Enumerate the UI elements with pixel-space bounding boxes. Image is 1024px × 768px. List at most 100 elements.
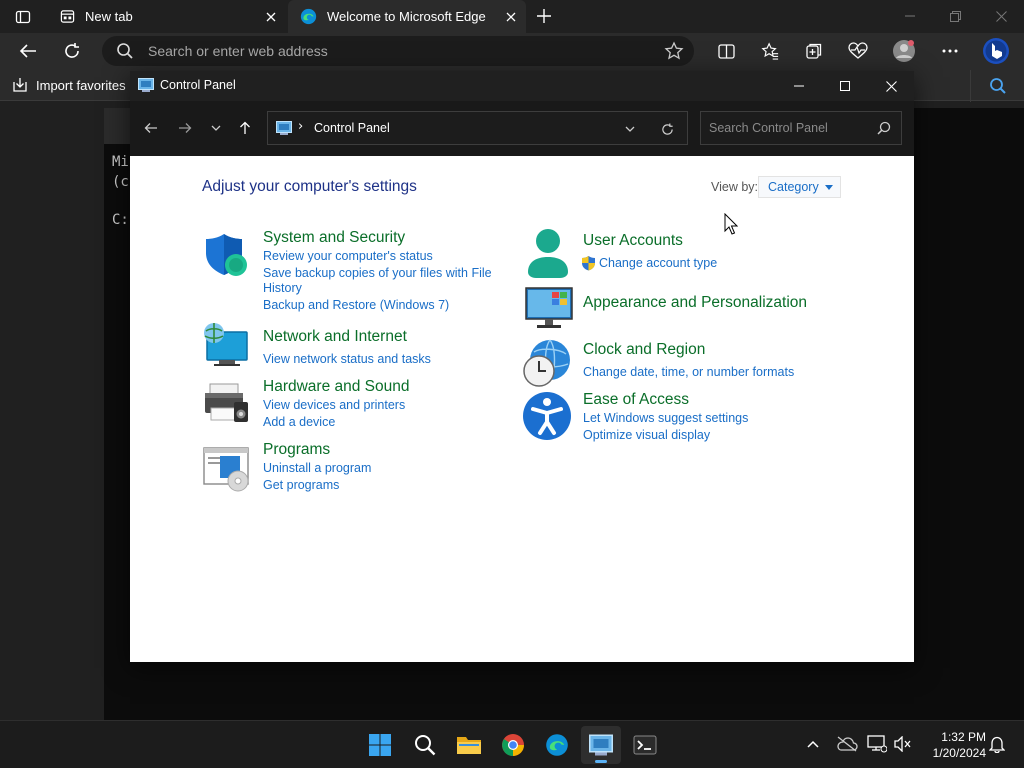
arrow-left-icon: [144, 123, 157, 133]
address-input[interactable]: [148, 36, 648, 66]
breadcrumb-control-panel[interactable]: Control Panel: [314, 121, 390, 135]
appearance-personalization-title[interactable]: Appearance and Personalization: [583, 294, 807, 312]
network-globe-icon[interactable]: [202, 322, 250, 370]
clock-region-title[interactable]: Clock and Region: [583, 341, 705, 359]
edge-logo-icon: [546, 734, 568, 756]
more-dots-icon: [942, 49, 958, 53]
new-tab-button[interactable]: [533, 5, 555, 27]
search-icon: [877, 121, 891, 135]
refresh-button[interactable]: [656, 119, 678, 139]
printer-icon[interactable]: [202, 380, 250, 428]
edge-taskbar-button[interactable]: [537, 726, 577, 764]
bing-copilot-icon: [983, 38, 1009, 64]
close-icon: [506, 12, 516, 22]
shield-icon[interactable]: [202, 231, 250, 279]
clock-date: 1/20/2024: [932, 746, 986, 760]
windows-suggest-settings-link[interactable]: Let Windows suggest settings: [583, 411, 748, 426]
add-device-link[interactable]: Add a device: [263, 415, 335, 430]
chrome-icon: [502, 734, 524, 756]
forward-button[interactable]: [173, 117, 197, 139]
tab-new-tab[interactable]: New tab: [48, 0, 286, 33]
up-button[interactable]: [233, 117, 257, 139]
tab-close-button[interactable]: [502, 8, 520, 26]
refresh-icon: [65, 43, 79, 58]
tab-close-button[interactable]: [262, 8, 280, 26]
location-history-button[interactable]: [620, 120, 640, 138]
review-status-link[interactable]: Review your computer's status: [263, 249, 433, 264]
programs-title[interactable]: Programs: [263, 441, 330, 459]
search-input[interactable]: [709, 112, 869, 144]
accessibility-icon[interactable]: [522, 391, 572, 441]
taskbar-clock[interactable]: 1:32 PM 1/20/2024: [918, 729, 986, 761]
tab-welcome-edge[interactable]: Welcome to Microsoft Edge: [288, 0, 526, 33]
collections-button[interactable]: [800, 38, 828, 64]
star-icon[interactable]: [664, 41, 684, 61]
user-accounts-title[interactable]: User Accounts: [583, 232, 683, 250]
import-favorites-label: Import favorites: [36, 77, 126, 93]
system-security-title[interactable]: System and Security: [263, 229, 405, 247]
address-bar[interactable]: [102, 36, 694, 66]
network-tray-button[interactable]: [866, 733, 888, 755]
network-status-link[interactable]: View network status and tasks: [263, 352, 431, 367]
favorites-button[interactable]: [756, 38, 784, 64]
minimize-button[interactable]: [776, 71, 822, 101]
settings-more-button[interactable]: [936, 38, 964, 64]
notifications-button[interactable]: [986, 733, 1008, 755]
heart-pulse-icon: [848, 42, 868, 59]
maximize-button[interactable]: [822, 71, 868, 101]
profile-button[interactable]: [890, 38, 918, 64]
change-date-formats-link[interactable]: Change date, time, or number formats: [583, 365, 794, 380]
file-explorer-button[interactable]: [449, 726, 489, 764]
plus-icon: [537, 9, 551, 23]
change-account-type-link[interactable]: Change account type: [599, 256, 717, 271]
file-history-link[interactable]: Save backup copies of your files with Fi…: [263, 266, 493, 296]
control-panel-search[interactable]: [700, 111, 902, 145]
uac-shield-icon: [582, 256, 595, 271]
close-button[interactable]: [868, 71, 914, 101]
terminal-taskbar-button[interactable]: [625, 726, 665, 764]
split-screen-button[interactable]: [712, 38, 740, 64]
display-personalization-icon[interactable]: [524, 286, 574, 330]
back-button[interactable]: [139, 117, 163, 139]
programs-icon[interactable]: [202, 444, 250, 492]
chevron-down-icon: [625, 126, 635, 132]
cloud-offline-icon: [837, 736, 858, 752]
location-bar[interactable]: › Control Panel: [267, 111, 688, 145]
browser-toolbar: [0, 33, 1024, 69]
uninstall-program-link[interactable]: Uninstall a program: [263, 461, 371, 476]
control-panel-titlebar[interactable]: Control Panel: [130, 71, 914, 101]
hardware-sound-title[interactable]: Hardware and Sound: [263, 378, 410, 396]
browser-essentials-button[interactable]: [844, 38, 872, 64]
terminal-line: Mi: [112, 154, 129, 170]
chrome-button[interactable]: [493, 726, 533, 764]
browser-close-button[interactable]: [987, 4, 1015, 28]
import-favorites-button[interactable]: Import favorites: [12, 74, 126, 96]
network-internet-title[interactable]: Network and Internet: [263, 328, 407, 346]
view-by-dropdown[interactable]: Category: [758, 176, 841, 198]
browser-minimize-button[interactable]: [896, 4, 924, 28]
clock-globe-icon[interactable]: [522, 338, 574, 388]
explorer-navigation-bar: › Control Panel: [130, 101, 914, 156]
volume-tray-button[interactable]: [892, 733, 914, 755]
start-button[interactable]: [360, 726, 400, 764]
user-icon[interactable]: [524, 228, 572, 278]
backup-restore-link[interactable]: Backup and Restore (Windows 7): [263, 298, 449, 313]
browser-restore-button[interactable]: [941, 4, 969, 28]
ease-of-access-title[interactable]: Ease of Access: [583, 391, 689, 409]
refresh-button[interactable]: [58, 38, 86, 64]
optimize-visual-display-link[interactable]: Optimize visual display: [583, 428, 710, 443]
taskbar-search-button[interactable]: [405, 726, 445, 764]
back-button[interactable]: [14, 38, 42, 64]
tab-title: Welcome to Microsoft Edge: [327, 9, 486, 24]
bing-chat-button[interactable]: [980, 36, 1012, 66]
onedrive-tray-button[interactable]: [834, 733, 860, 755]
control-panel-taskbar-button[interactable]: [581, 726, 621, 764]
devices-printers-link[interactable]: View devices and printers: [263, 398, 405, 413]
show-hidden-icons-button[interactable]: [802, 733, 824, 755]
tab-title: New tab: [85, 9, 133, 24]
recent-locations-button[interactable]: [204, 117, 228, 139]
sidebar-search-button[interactable]: [970, 70, 1024, 102]
get-programs-link[interactable]: Get programs: [263, 478, 339, 493]
tab-actions-button[interactable]: [10, 6, 36, 28]
minimize-icon: [794, 85, 804, 87]
